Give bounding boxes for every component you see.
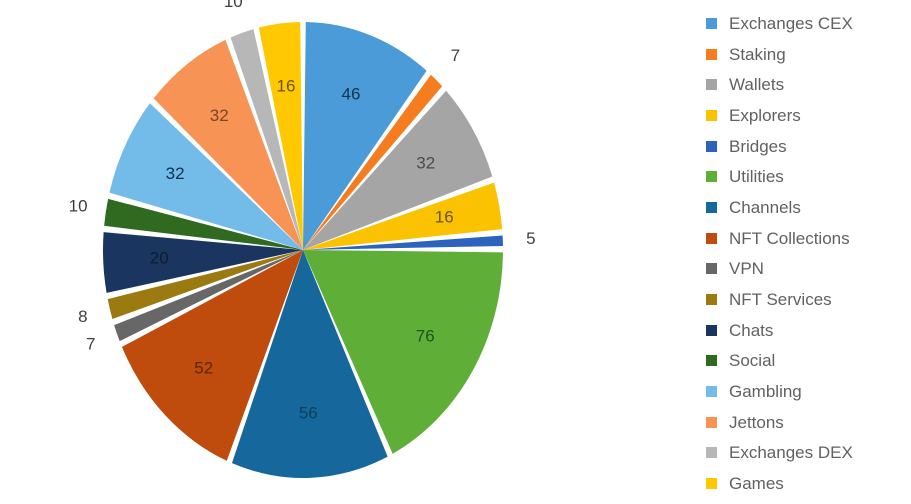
legend-color-swatch-icon	[706, 17, 717, 29]
legend-item[interactable]: Gambling	[703, 376, 911, 407]
legend-item[interactable]: Games	[703, 468, 911, 499]
pie-slice-value-label: 8	[78, 307, 87, 326]
legend-item-label: Jettons	[729, 412, 784, 432]
legend-color-swatch-icon	[706, 171, 717, 183]
legend-color-swatch-icon	[706, 294, 717, 306]
chart-legend: Exchanges CEX Staking Wallets Explorers Brid…	[703, 8, 911, 504]
legend-color-swatch-icon	[706, 416, 717, 428]
pie-slice-value-label: 5	[526, 229, 535, 248]
legend-item-label: Utilities	[729, 167, 784, 187]
pie-slice-value-label: 7	[86, 334, 95, 353]
legend-color-swatch-icon	[706, 355, 717, 367]
legend-color-swatch-icon	[706, 48, 717, 60]
legend-item[interactable]: Jettons	[703, 407, 911, 438]
legend-color-swatch-icon	[706, 263, 717, 275]
pie-slice-value-label: 10	[224, 0, 243, 11]
legend-color-swatch-icon	[706, 232, 717, 244]
legend-item-label: NFT Services	[729, 290, 832, 310]
legend-item[interactable]: Exchanges CEX	[703, 8, 911, 39]
legend-item[interactable]: Wallets	[703, 69, 911, 100]
legend-item[interactable]: Bridges	[703, 131, 911, 162]
pie-chart-page: 46 7 32 16 5 76 56 52 7 8 20 10 32 32 10 16 Exchanges C…	[0, 0, 911, 504]
pie-chart-area: 46 7 32 16 5 76 56 52 7 8 20 10 32 32 10 16	[0, 0, 690, 504]
legend-color-swatch-icon	[706, 140, 717, 152]
legend-item-label: Exchanges CEX	[729, 13, 853, 33]
legend-color-swatch-icon	[706, 386, 717, 398]
pie-chart-svg: 4673216576565278201032321016	[69, 0, 536, 479]
legend-item[interactable]: NFT Services	[703, 284, 911, 315]
legend-item[interactable]: Exchanges DEX	[703, 438, 911, 469]
legend-item-label: Wallets	[729, 75, 785, 95]
legend-item[interactable]: Channels	[703, 192, 911, 223]
legend-color-swatch-icon	[706, 109, 717, 121]
legend-color-swatch-icon	[706, 79, 717, 91]
legend-item[interactable]: Staking	[703, 39, 911, 70]
legend-item-label: Explorers	[729, 105, 801, 125]
pie-slice-value-label: 7	[451, 46, 460, 65]
legend-item-label: Games	[729, 474, 784, 494]
legend-item-label: Bridges	[729, 136, 787, 156]
legend-item-label: Social	[729, 351, 776, 371]
legend-item[interactable]: VPN	[703, 254, 911, 285]
legend-item-label: Channels	[729, 197, 801, 217]
legend-color-swatch-icon	[706, 478, 717, 490]
legend-item[interactable]: Social	[703, 346, 911, 377]
legend-color-swatch-icon	[706, 447, 717, 459]
pie-slices-group	[102, 22, 503, 479]
legend-item[interactable]: Chats	[703, 315, 911, 346]
pie-slice-value-label: 10	[69, 196, 88, 215]
legend-color-swatch-icon	[706, 324, 717, 336]
legend-item[interactable]: Explorers	[703, 100, 911, 131]
legend-item[interactable]: NFT Collections	[703, 223, 911, 254]
legend-item-label: VPN	[729, 259, 764, 279]
legend-item-label: Chats	[729, 320, 774, 340]
legend-item-label: Exchanges DEX	[729, 443, 853, 463]
legend-color-swatch-icon	[706, 201, 717, 213]
legend-item-label: Staking	[729, 44, 786, 64]
legend-item[interactable]: Utilities	[703, 161, 911, 192]
legend-item-label: Gambling	[729, 382, 802, 402]
legend-item-label: NFT Collections	[729, 228, 850, 248]
